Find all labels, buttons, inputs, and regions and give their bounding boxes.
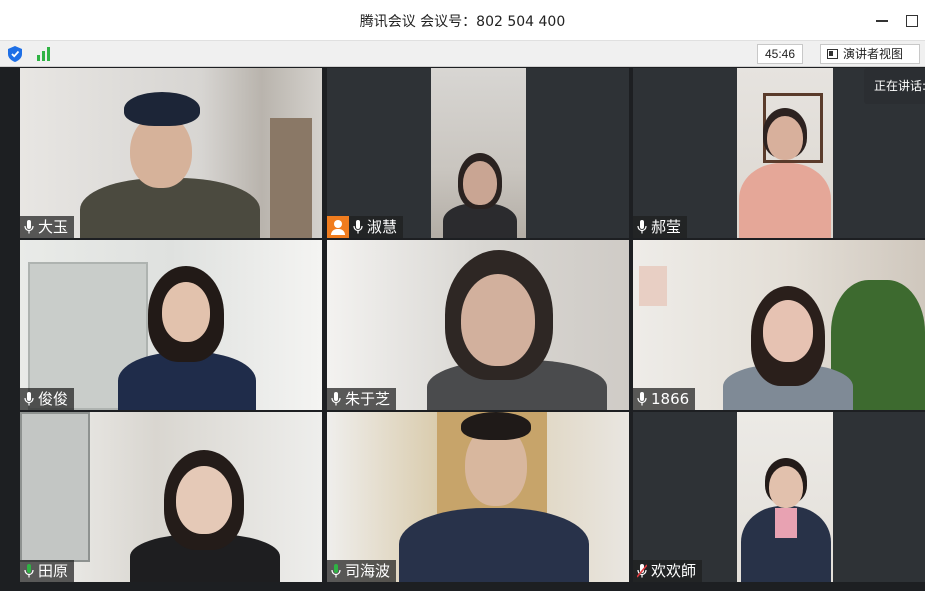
microphone-icon: [24, 220, 34, 234]
participant-video: [399, 412, 589, 582]
participant-video: [80, 86, 260, 238]
top-toolbar: 45:46 演讲者视图: [0, 40, 925, 67]
door: [270, 118, 312, 238]
participant-name-tag: 大玉: [20, 216, 75, 238]
participant-name-tag: 1866: [633, 388, 696, 410]
participant-name-tag: 俊俊: [20, 388, 75, 410]
presenter-view-button[interactable]: 演讲者视图: [820, 44, 920, 64]
microphone-icon: [331, 564, 341, 578]
microphone-icon: [637, 392, 647, 406]
participant-name-tag: 田原: [20, 560, 75, 582]
avatar-icon: [327, 216, 349, 238]
participant-name: 郝莹: [651, 218, 682, 236]
title-bar: 腾讯会议 会议号：802 504 400: [0, 0, 925, 40]
participant-name-tag: 郝莹: [633, 216, 688, 238]
participant-video: [417, 250, 617, 410]
presenter-view-icon: [827, 49, 838, 59]
video-grid: 大玉 淑慧 郝莹 俊俊 朱于芝 1866 田原 司海波 欢欢師: [0, 67, 925, 591]
participant-name-tag: 司海波: [327, 560, 397, 582]
shield-icon[interactable]: [8, 46, 22, 62]
participant-name: 欢欢師: [651, 562, 697, 580]
participant-name: 朱于芝: [345, 390, 391, 408]
video-tile-active-speaker[interactable]: 俊俊: [20, 240, 322, 410]
signal-icon[interactable]: [36, 47, 52, 61]
participant-video: [741, 458, 831, 582]
minimize-icon[interactable]: [874, 12, 890, 28]
participant-name-tag: 淑慧: [349, 216, 404, 238]
video-tile[interactable]: 司海波: [327, 412, 629, 582]
video-tile[interactable]: 大玉: [20, 68, 322, 238]
meeting-timer: 45:46: [757, 44, 803, 64]
maximize-icon[interactable]: [904, 12, 920, 28]
participant-name: 大玉: [38, 218, 69, 236]
participant-name: 1866: [651, 390, 690, 408]
microphone-icon: [24, 392, 34, 406]
participant-name-tag: 朱于芝: [327, 388, 397, 410]
video-tile[interactable]: 朱于芝: [327, 240, 629, 410]
participant-video: [723, 286, 853, 410]
presenter-view-label: 演讲者视图: [843, 47, 904, 61]
participant-name: 司海波: [345, 562, 391, 580]
video-tile[interactable]: 1866: [633, 240, 925, 410]
participant-video: [130, 450, 280, 582]
video-tile[interactable]: 淑慧: [327, 68, 629, 238]
video-tile[interactable]: 欢欢師: [633, 412, 925, 582]
window: [20, 412, 90, 562]
meeting-title: 腾讯会议 会议号：802 504 400: [359, 14, 566, 30]
participant-video: [437, 153, 522, 238]
participant-video: [739, 108, 831, 238]
participant-name-tag: 欢欢師: [633, 560, 703, 582]
wall-hanging: [639, 266, 667, 306]
speaking-indicator: 正在讲话:: [864, 68, 925, 104]
participant-name: 田原: [38, 562, 69, 580]
microphone-muted-icon: [637, 564, 647, 578]
participant-name: 淑慧: [367, 218, 398, 236]
microphone-icon: [24, 564, 34, 578]
microphone-icon: [637, 220, 647, 234]
participant-name: 俊俊: [38, 390, 69, 408]
microphone-icon: [331, 392, 341, 406]
video-tile[interactable]: 田原: [20, 412, 322, 582]
microphone-icon: [353, 220, 363, 234]
participant-video: [112, 266, 262, 410]
